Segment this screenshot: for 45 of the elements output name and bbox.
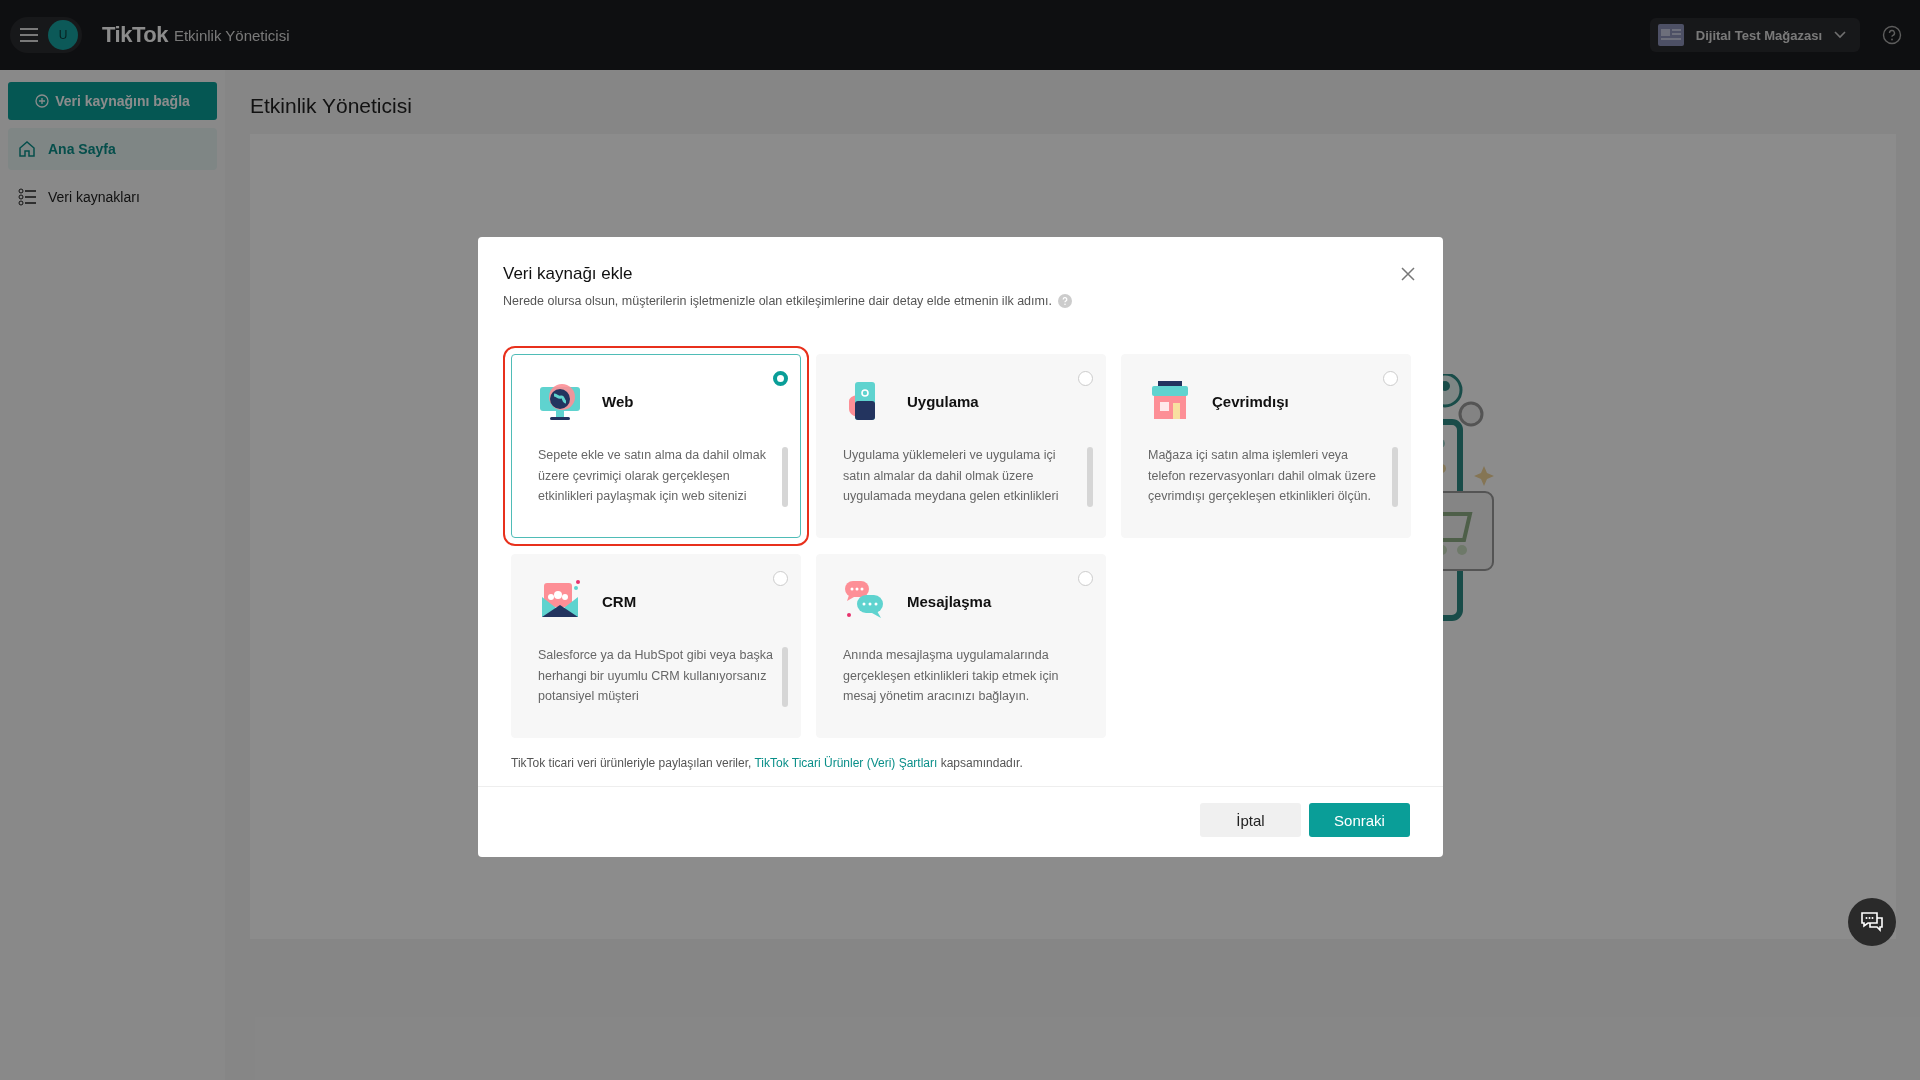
option-description: Sepete ekle ve satın alma da dahil olmak üzere çevrimiçi olarak gerçekleşen etkinlikleri paylaşmak için web sitenizi <box>538 447 767 505</box>
sidebar-item[interactable]: Veri kaynakları <box>8 176 217 218</box>
dialog-subtitle: Nerede olursa olsun, müşterilerin işletmenizle olan etkileşimlerine dair detay elde etmenin ilk adımı. <box>503 294 1052 308</box>
option-description: Mağaza içi satın alma işlemleri veya telefon rezervasyonları dahil olmak üzere çevrimdışı gerçekleşen etkinlikleri ölçün. <box>1148 447 1377 505</box>
list-icon <box>18 188 36 206</box>
option-description: Salesforce ya da HubSpot gibi veya başka herhangi bir uyumlu CRM kullanıyorsanız potansiyel müşteri <box>538 647 774 705</box>
radio-button[interactable] <box>1383 371 1398 386</box>
close-icon[interactable] <box>1401 267 1415 281</box>
source-option-card[interactable]: Çevrimdışı Mağaza içi satın alma işlemleri veya telefon rezervasyonları dahil olmak üzere çevrimdışı gerçekleşen etkinlikleri ölçün. <box>1121 354 1411 538</box>
terms-link[interactable]: TikTok Ticari Ürünler (Veri) Şartları <box>754 756 938 770</box>
store-icon <box>1657 24 1684 46</box>
help-icon[interactable] <box>1057 294 1072 308</box>
radio-button[interactable] <box>1078 571 1093 586</box>
source-option-card[interactable]: Uygulama Uygulama yüklemeleri ve uygulama içi satın almalar da dahil olmak üzere uygulamada meydana gelen etkinlikleri <box>816 354 1106 538</box>
option-title: Mesajlaşma <box>907 592 993 610</box>
radio-button[interactable] <box>773 371 788 386</box>
scrollbar-thumb[interactable] <box>1087 447 1093 507</box>
product-name: Etkinlik Yöneticisi <box>173 26 290 44</box>
radio-button[interactable] <box>1078 371 1093 386</box>
source-option-card[interactable]: CRM Salesforce ya da HubSpot gibi veya başka herhangi bir uyumlu CRM kullanıyorsanız potansiyel müşteri <box>511 554 801 738</box>
radio-button[interactable] <box>773 571 788 586</box>
chat-icon <box>1860 911 1884 933</box>
scrollbar-thumb[interactable] <box>782 447 788 507</box>
menu-icon[interactable] <box>20 28 38 42</box>
help-icon[interactable] <box>1882 25 1902 45</box>
option-description: Uygulama yüklemeleri ve uygulama içi satın almalar da dahil olmak üzere uygulamada meydana gelen etkinlikleri <box>843 447 1060 505</box>
next-button[interactable]: Sonraki <box>1309 803 1410 837</box>
terms-notice: TikTok ticari veri ürünleriyle paylaşılan veriler, TikTok Ticari Ürünler (Veri) Şartları kapsamındadır. <box>511 756 1024 770</box>
option-title: Uygulama <box>907 392 980 410</box>
option-description: Anında mesajlaşma uygulamalarında gerçekleşen etkinlikleri takip etmek için mesaj yönetim aracınızı bağlayın. <box>843 647 1060 705</box>
dialog-title: Veri kaynağı ekle <box>503 264 633 284</box>
add-circle-icon <box>35 94 50 108</box>
option-title: CRM <box>602 592 638 610</box>
chevron-down-icon <box>1834 31 1846 39</box>
home-icon <box>18 140 36 158</box>
source-option-card[interactable]: Mesajlaşma Anında mesajlaşma uygulamalarında gerçekleşen etkinlikleri takip etmek için mesaj yönetim aracınızı bağlayın. <box>816 554 1106 738</box>
page-title: Etkinlik Yöneticisi <box>250 94 413 118</box>
scrollbar-thumb[interactable] <box>1392 447 1398 507</box>
cancel-button[interactable]: İptal <box>1200 803 1301 837</box>
brand-logo: TikTok <box>102 22 168 48</box>
option-title: Çevrimdışı <box>1212 392 1290 410</box>
option-title: Web <box>602 392 635 410</box>
source-option-card[interactable]: Web Sepete ekle ve satın alma da dahil olmak üzere çevrimiçi olarak gerçekleşen etkinlikleri paylaşmak için web sitenizi <box>511 354 801 538</box>
account-selector[interactable]: Dijital Test Mağazası <box>1649 18 1860 52</box>
scrollbar-thumb[interactable] <box>782 647 788 707</box>
